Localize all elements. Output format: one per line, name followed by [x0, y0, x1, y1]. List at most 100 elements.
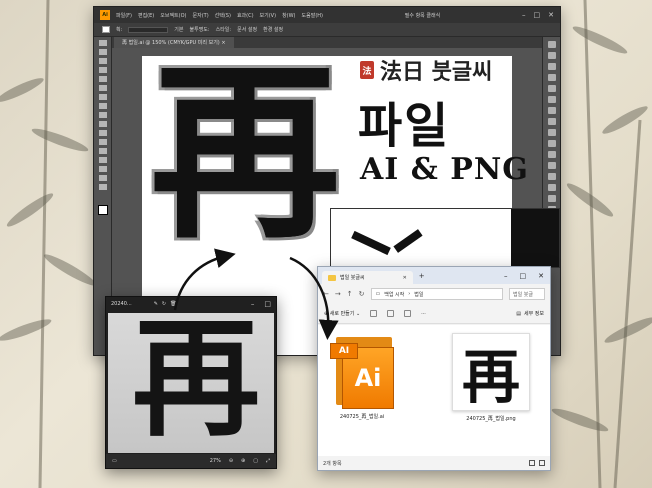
scale-tool-icon[interactable]: [98, 130, 107, 136]
fill-stroke-swatch[interactable]: [98, 205, 108, 215]
minimize-icon[interactable]: –: [251, 300, 255, 308]
graphic-styles-panel-icon[interactable]: [547, 162, 556, 169]
window-controls: – □ ✕: [522, 11, 560, 19]
menu-edit[interactable]: 편집(E): [138, 12, 154, 19]
menu-help[interactable]: 도움말(H): [302, 12, 323, 19]
maximize-icon[interactable]: □: [264, 300, 271, 308]
close-icon[interactable]: ✕: [548, 11, 554, 19]
close-icon[interactable]: ✕: [538, 272, 544, 280]
transparency-panel-icon[interactable]: [547, 140, 556, 147]
color-panel-icon[interactable]: [547, 74, 556, 81]
folder-icon: [328, 274, 336, 281]
stroke-panel-icon[interactable]: [547, 118, 556, 125]
explorer-tab[interactable]: 법일 붓글씨 ✕: [322, 271, 413, 284]
align-panel-icon[interactable]: [547, 173, 556, 180]
zoom-tool-icon[interactable]: [98, 184, 107, 190]
brush-label[interactable]: 기본: [174, 26, 183, 33]
details-button[interactable]: ▤ 세부 정보: [516, 310, 544, 318]
new-button[interactable]: ⊕ 새로 만들기 ⌄: [324, 310, 360, 317]
document-setup-button[interactable]: 문서 설정: [237, 26, 257, 33]
stroke-width-input[interactable]: [128, 26, 169, 33]
refresh-icon[interactable]: ↻: [359, 290, 365, 298]
paste-icon[interactable]: [404, 310, 412, 317]
menu-select[interactable]: 선택(S): [215, 12, 231, 19]
workspace-switcher[interactable]: 필수 항목 클래식: [405, 12, 440, 19]
libraries-panel-icon[interactable]: [547, 63, 556, 70]
eraser-tool-icon[interactable]: [98, 112, 107, 118]
tile-view-icon[interactable]: [539, 460, 545, 466]
file-list: Ai AI 240725_再_법일.ai 再 240725_再_법일.png: [318, 325, 550, 456]
brush-tool-icon[interactable]: [98, 94, 107, 100]
minimize-icon[interactable]: –: [522, 11, 526, 19]
rotate-tool-icon[interactable]: [98, 121, 107, 127]
menu-window[interactable]: 창(W): [282, 12, 295, 19]
ai-file-tag: AI: [330, 343, 358, 359]
forward-icon[interactable]: →: [335, 290, 341, 298]
minimize-icon[interactable]: –: [504, 272, 508, 280]
cut-icon[interactable]: [370, 310, 378, 317]
photo-viewer-window: 20240... ✎ ↻ 🗑 – □ 再 ▭ 27% ⊖ ⊕ ▢ ⤢: [105, 296, 277, 469]
fullscreen-icon[interactable]: ⤢: [266, 458, 270, 464]
more-icon[interactable]: ⋯: [421, 311, 426, 317]
shape-builder-tool-icon[interactable]: [98, 148, 107, 154]
breadcrumb-backup[interactable]: 백업 시작: [384, 291, 404, 298]
calligraphy-character[interactable]: 再: [150, 58, 340, 248]
opacity-label: 불투명도:: [189, 27, 210, 33]
illustrator-menubar: Ai 파일(F) 편집(E) 오브젝트(O) 문자(T) 선택(S) 효과(C)…: [94, 7, 560, 23]
pen-tool-icon[interactable]: [98, 58, 107, 64]
search-input[interactable]: 법일 붓글: [509, 288, 545, 300]
list-view-icon[interactable]: [529, 460, 535, 466]
new-tab-icon[interactable]: +: [419, 272, 425, 280]
png-thumbnail: 再: [452, 333, 530, 411]
properties-panel-icon[interactable]: [547, 41, 556, 48]
breadcrumb-folder[interactable]: 법일: [414, 291, 423, 298]
photo-viewer-titlebar: 20240... ✎ ↻ 🗑 – □: [106, 297, 276, 311]
maximize-icon[interactable]: □: [534, 11, 541, 19]
file-explorer-window: 법일 붓글씨 ✕ + – □ ✕ ← → ↑ ↻ ▭ 백업 시작 › 법일 법일…: [317, 266, 551, 471]
maximize-icon[interactable]: □: [520, 272, 527, 280]
menu-object[interactable]: 오브젝트(O): [160, 12, 186, 19]
close-tab-icon[interactable]: ✕: [403, 275, 407, 281]
fill-swatch[interactable]: [102, 26, 110, 33]
menu-type[interactable]: 문자(T): [193, 12, 209, 19]
menu-file[interactable]: 파일(F): [116, 12, 132, 19]
filmstrip-icon[interactable]: ▭: [112, 458, 117, 464]
layers-panel-icon[interactable]: [547, 52, 556, 59]
warp-tool-icon[interactable]: [98, 139, 107, 145]
transform-panel-icon[interactable]: [547, 195, 556, 202]
fit-icon[interactable]: ▢: [253, 458, 258, 464]
calligraphy-photo: 再: [108, 313, 274, 453]
brushes-panel-icon[interactable]: [547, 96, 556, 103]
explorer-window-controls: – □ ✕: [504, 272, 550, 280]
file-item-png[interactable]: 再 240725_再_법일.png: [452, 333, 530, 422]
address-bar[interactable]: ▭ 백업 시작 › 법일: [370, 288, 503, 300]
zoom-out-icon[interactable]: ⊖: [229, 458, 233, 464]
file-item-ai[interactable]: Ai AI 240725_再_법일.ai: [330, 337, 394, 420]
menu-effect[interactable]: 효과(C): [237, 12, 254, 19]
gradient-panel-icon[interactable]: [547, 129, 556, 136]
zoom-in-icon[interactable]: ⊕: [241, 458, 245, 464]
line-tool-icon[interactable]: [98, 76, 107, 82]
rotate-icon[interactable]: ↻: [162, 301, 166, 307]
appearance-panel-icon[interactable]: [547, 151, 556, 158]
rectangle-tool-icon[interactable]: [98, 85, 107, 91]
hand-tool-icon[interactable]: [98, 175, 107, 181]
status-bar: 2개 항목: [318, 456, 550, 470]
pencil-tool-icon[interactable]: [98, 103, 107, 109]
swatches-panel-icon[interactable]: [547, 85, 556, 92]
menu-view[interactable]: 보기(V): [260, 12, 277, 19]
gradient-tool-icon[interactable]: [98, 157, 107, 163]
back-icon[interactable]: ←: [323, 290, 329, 298]
copy-icon[interactable]: [387, 310, 395, 317]
eyedropper-tool-icon[interactable]: [98, 166, 107, 172]
up-icon[interactable]: ↑: [347, 290, 353, 298]
edit-icon[interactable]: ✎: [154, 301, 158, 307]
photo-file-title: 20240...: [111, 301, 132, 307]
type-tool-icon[interactable]: [98, 67, 107, 73]
pathfinder-panel-icon[interactable]: [547, 184, 556, 191]
symbols-panel-icon[interactable]: [547, 107, 556, 114]
direct-selection-tool-icon[interactable]: [98, 49, 107, 55]
preferences-button[interactable]: 환경 설정: [263, 26, 283, 33]
delete-icon[interactable]: 🗑: [170, 301, 176, 307]
selection-tool-icon[interactable]: [98, 40, 107, 46]
